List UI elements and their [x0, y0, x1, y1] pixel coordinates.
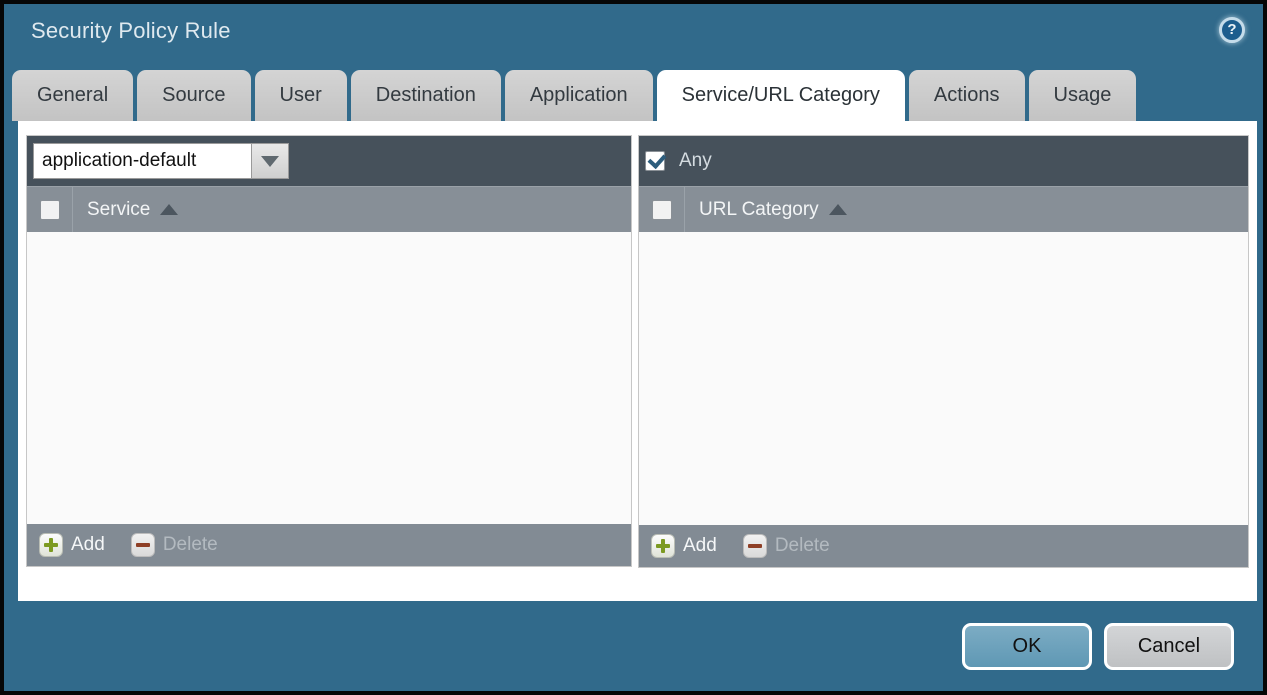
tab-usage[interactable]: Usage	[1029, 70, 1137, 121]
dialog-buttons: OK Cancel	[962, 623, 1234, 670]
service-list-body[interactable]	[27, 232, 631, 524]
any-checkbox[interactable]	[645, 151, 665, 171]
service-type-input[interactable]	[33, 143, 251, 179]
service-add-label: Add	[71, 534, 105, 556]
url-category-column-label[interactable]: URL Category	[699, 199, 819, 221]
chevron-down-icon	[261, 156, 279, 167]
minus-icon	[131, 533, 155, 557]
any-label: Any	[679, 150, 712, 172]
service-column-header: Service	[27, 186, 631, 232]
service-select-all-checkbox[interactable]	[40, 200, 60, 220]
cancel-button[interactable]: Cancel	[1104, 623, 1234, 670]
service-type-dropdown-button[interactable]	[251, 143, 289, 179]
url-category-footer: Add Delete	[639, 525, 1248, 567]
url-category-column-header: URL Category	[639, 186, 1248, 232]
tab-service-url-category[interactable]: Service/URL Category	[657, 70, 905, 121]
help-icon[interactable]: ?	[1219, 17, 1245, 43]
tab-content-panel: Service Add Delete Any	[18, 121, 1257, 601]
url-category-panel: Any URL Category Add Delete	[638, 135, 1249, 568]
url-category-delete-label: Delete	[775, 535, 830, 557]
service-panel: Service Add Delete	[26, 135, 632, 567]
tab-source[interactable]: Source	[137, 70, 250, 121]
plus-icon	[651, 534, 675, 558]
tab-destination[interactable]: Destination	[351, 70, 501, 121]
security-policy-rule-dialog: Security Policy Rule ? General Source Us…	[0, 0, 1267, 695]
url-category-select-all-checkbox[interactable]	[652, 200, 672, 220]
url-category-select-all-cell	[639, 187, 685, 232]
tab-actions[interactable]: Actions	[909, 70, 1025, 121]
sort-ascending-icon	[160, 204, 178, 215]
dialog-title: Security Policy Rule	[31, 18, 231, 44]
url-category-any-row: Any	[639, 136, 1248, 186]
tab-bar: General Source User Destination Applicat…	[12, 70, 1136, 121]
service-delete-label: Delete	[163, 534, 218, 556]
url-category-add-button[interactable]: Add	[651, 534, 717, 558]
service-select-all-cell	[27, 187, 73, 232]
sort-ascending-icon	[829, 204, 847, 215]
ok-button[interactable]: OK	[962, 623, 1092, 670]
tab-application[interactable]: Application	[505, 70, 653, 121]
service-footer: Add Delete	[27, 524, 631, 566]
tab-general[interactable]: General	[12, 70, 133, 121]
url-category-list-body[interactable]	[639, 232, 1248, 525]
service-delete-button[interactable]: Delete	[131, 533, 218, 557]
url-category-add-label: Add	[683, 535, 717, 557]
tab-user[interactable]: User	[255, 70, 347, 121]
service-toolbar	[27, 136, 631, 186]
service-type-dropdown	[33, 143, 289, 179]
service-column-label[interactable]: Service	[87, 199, 150, 221]
service-add-button[interactable]: Add	[39, 533, 105, 557]
minus-icon	[743, 534, 767, 558]
plus-icon	[39, 533, 63, 557]
url-category-delete-button[interactable]: Delete	[743, 534, 830, 558]
